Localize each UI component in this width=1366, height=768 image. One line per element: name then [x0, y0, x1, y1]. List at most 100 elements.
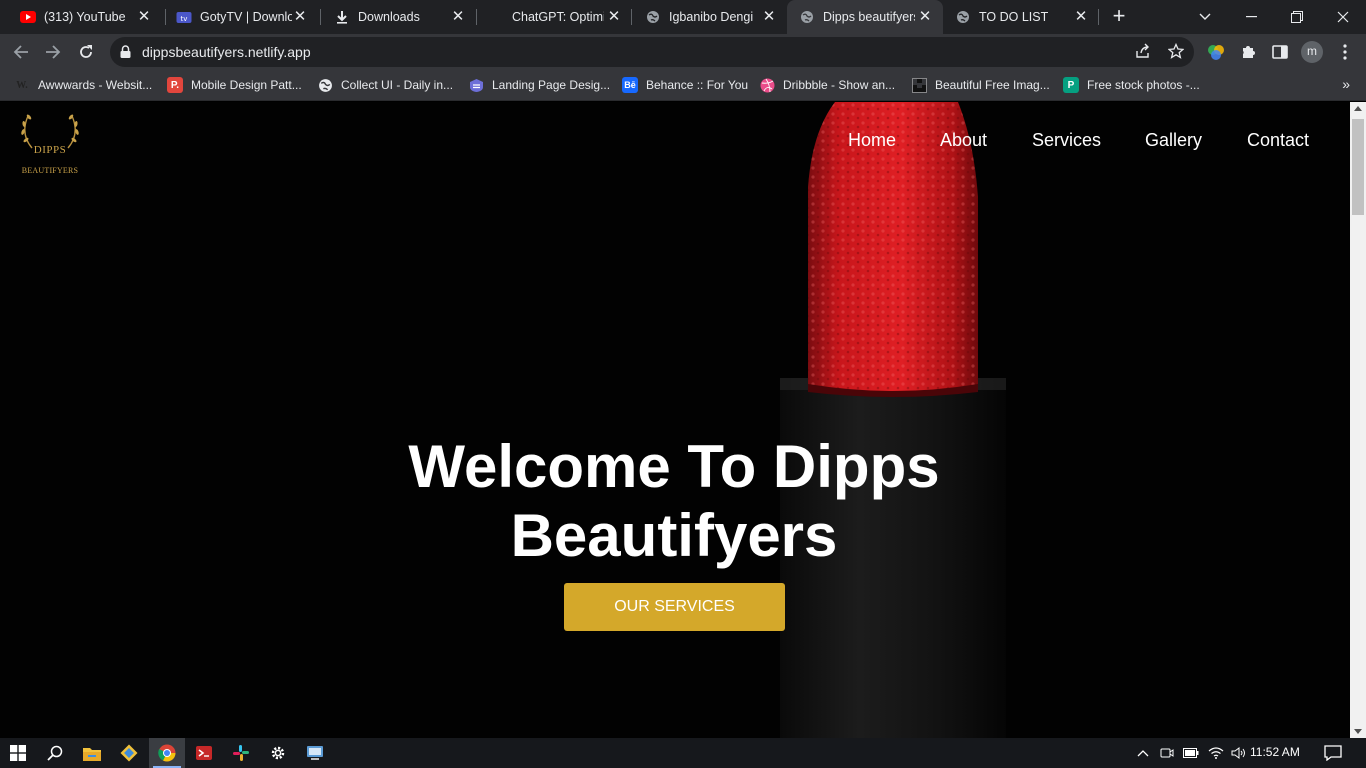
scrollbar-thumb[interactable]	[1352, 119, 1364, 215]
nav-about[interactable]: About	[940, 130, 987, 151]
start-button[interactable]	[0, 738, 36, 768]
tab-chatgpt[interactable]: ChatGPT: Optimize ✕	[470, 0, 632, 34]
extensions-puzzle-icon[interactable]	[1237, 41, 1259, 63]
close-icon[interactable]: ✕	[606, 9, 622, 25]
volume-icon[interactable]	[1229, 738, 1249, 768]
bookmark-collect-ui[interactable]: Collect UI - Daily in...	[317, 76, 453, 94]
tab-youtube[interactable]: (313) YouTube ✕	[0, 0, 162, 34]
taskbar-slack[interactable]	[223, 738, 259, 768]
bookmark-label: Behance :: For You	[646, 78, 749, 92]
battery-icon[interactable]	[1182, 738, 1200, 768]
tab-title: Igbanibo Dengi	[669, 10, 754, 24]
page-scrollbar[interactable]	[1350, 102, 1366, 738]
address-bar[interactable]: dippsbeautifyers.netlify.app	[110, 37, 1194, 67]
color-extension-icon[interactable]	[1205, 41, 1227, 63]
our-services-button[interactable]: OUR SERVICES	[564, 583, 785, 631]
windows-taskbar: 11:52 AM	[0, 738, 1366, 768]
slack-icon	[233, 745, 249, 761]
share-icon[interactable]	[1135, 43, 1151, 64]
restore-button[interactable]	[1274, 0, 1320, 34]
bookmark-label: Collect UI - Daily in...	[341, 78, 454, 92]
tab-todo[interactable]: TO DO LIST ✕	[943, 0, 1099, 34]
svg-text:tv: tv	[181, 15, 188, 23]
globe-icon	[955, 9, 971, 25]
taskbar-git-app[interactable]	[111, 738, 147, 768]
behance-icon: Bē	[622, 77, 638, 93]
bookmark-awwwards[interactable]: W. Awwwards - Websit...	[14, 76, 152, 94]
windows-logo-icon	[10, 745, 26, 761]
hero-title-line1: Welcome To Dipps	[408, 433, 940, 500]
close-icon[interactable]: ✕	[450, 9, 466, 25]
nav-home[interactable]: Home	[848, 130, 896, 151]
close-icon[interactable]: ✕	[917, 9, 933, 25]
page-viewport: DIPPS BEAUTIFYERS Home About Services Ga…	[0, 102, 1350, 738]
globe-icon	[799, 9, 815, 25]
logo-line1: DIPPS	[33, 144, 67, 156]
bookmarks-bar: W. Awwwards - Websit... P. Mobile Design…	[0, 70, 1366, 101]
taskbar-remote-desktop[interactable]	[297, 738, 333, 768]
bookmark-pexels[interactable]: P Free stock photos -...	[1063, 76, 1200, 94]
tab-separator	[1098, 9, 1099, 25]
new-tab-button[interactable]: +	[1108, 5, 1130, 29]
file-explorer-icon	[83, 747, 101, 761]
taskbar-terminal-app[interactable]	[186, 738, 222, 768]
notification-icon[interactable]	[1320, 738, 1346, 768]
url-text[interactable]: dippsbeautifyers.netlify.app	[142, 44, 311, 60]
bookmark-star-icon[interactable]	[1167, 42, 1185, 64]
clock-time[interactable]: 11:52 AM	[1250, 745, 1300, 759]
nav-services[interactable]: Services	[1032, 130, 1101, 151]
minimize-button[interactable]	[1228, 0, 1274, 34]
tab-dipps-active[interactable]: Dipps beautifyers ✕	[787, 0, 943, 34]
search-icon	[47, 745, 63, 761]
bookmark-landing-page[interactable]: Landing Page Desig...	[468, 76, 610, 94]
taskbar-search-button[interactable]	[37, 738, 73, 768]
taskbar-file-explorer[interactable]	[74, 738, 110, 768]
close-window-button[interactable]	[1320, 0, 1366, 34]
close-icon[interactable]: ✕	[292, 9, 308, 25]
bookmark-label: Awwwards - Websit...	[38, 78, 153, 92]
nav-gallery[interactable]: Gallery	[1145, 130, 1202, 151]
hero-title-line2: Beautifyers	[510, 502, 838, 569]
git-icon	[120, 744, 138, 762]
side-panel-icon[interactable]	[1269, 41, 1291, 63]
remote-desktop-icon	[307, 746, 323, 760]
bookmark-mobile-design[interactable]: P. Mobile Design Patt...	[167, 76, 302, 94]
chevron-up-icon[interactable]	[1135, 738, 1151, 768]
globe-icon	[317, 77, 333, 93]
arrow-left-icon	[13, 45, 28, 59]
bookmark-label: Free stock photos -...	[1087, 78, 1200, 92]
meet-now-icon[interactable]	[1158, 738, 1176, 768]
youtube-icon	[20, 9, 36, 25]
logo-line2: BEAUTIFYERS	[21, 166, 79, 175]
profile-avatar[interactable]: m	[1301, 41, 1323, 63]
site-logo[interactable]: DIPPS BEAUTIFYERS	[18, 110, 82, 176]
tab-gotytv[interactable]: tv GotyTV | Download ✕	[156, 0, 318, 34]
pttrns-icon: P.	[167, 77, 183, 93]
bookmark-dribbble[interactable]: Dribbble - Show an...	[759, 76, 895, 94]
bookmark-label: Mobile Design Patt...	[191, 78, 302, 92]
close-icon[interactable]: ✕	[761, 9, 777, 25]
hero-background-image	[0, 102, 1350, 738]
nav-contact[interactable]: Contact	[1247, 130, 1309, 151]
reload-button[interactable]	[73, 39, 99, 65]
bookmark-behance[interactable]: Bē Behance :: For You	[622, 76, 748, 94]
awwwards-icon: W.	[16, 79, 28, 91]
taskbar-chrome[interactable]	[149, 738, 185, 768]
close-icon[interactable]: ✕	[136, 9, 152, 25]
tab-search-button[interactable]	[1182, 0, 1228, 34]
back-button[interactable]	[8, 39, 34, 65]
taskbar-settings[interactable]	[260, 738, 296, 768]
tab-downloads[interactable]: Downloads ✕	[314, 0, 476, 34]
more-menu-icon[interactable]	[1334, 41, 1356, 63]
chevron-double-right-icon[interactable]: »	[1342, 76, 1350, 92]
bookmark-unsplash[interactable]: Beautiful Free Imag...	[911, 76, 1050, 94]
forward-button[interactable]	[40, 39, 66, 65]
reload-icon	[80, 45, 92, 58]
lock-icon[interactable]	[120, 45, 131, 63]
tab-igbanibo[interactable]: Igbanibo Dengi ✕	[625, 0, 787, 34]
scroll-down-arrow-icon[interactable]	[1354, 729, 1362, 734]
wifi-icon[interactable]	[1207, 738, 1225, 768]
scroll-up-arrow-icon[interactable]	[1354, 106, 1362, 111]
arrow-right-icon	[46, 45, 61, 59]
close-icon[interactable]: ✕	[1073, 9, 1089, 25]
